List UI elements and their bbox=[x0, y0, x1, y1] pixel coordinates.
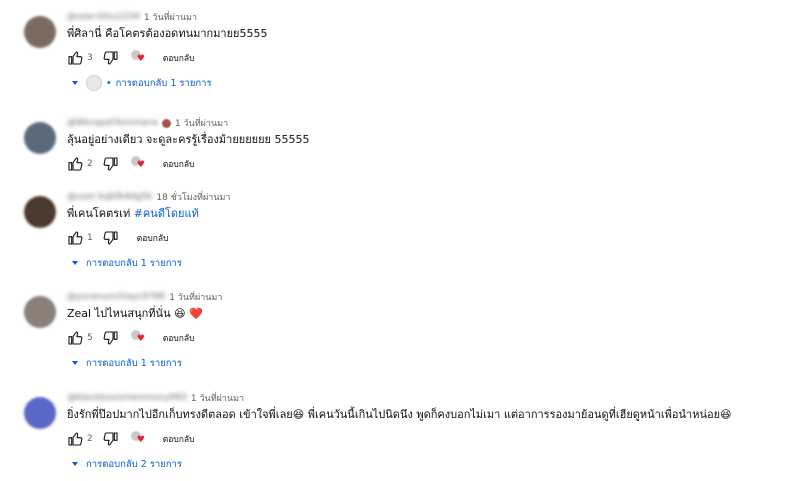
avatar[interactable] bbox=[24, 16, 56, 48]
like-icon[interactable] bbox=[67, 156, 83, 172]
avatar[interactable] bbox=[24, 397, 56, 429]
comment-body: @user-bqbfb4dg5k 18 ชั่วโมงที่ผ่านมา พี่… bbox=[67, 190, 784, 272]
dislike-icon[interactable] bbox=[103, 50, 119, 66]
comment-body: @user-blsu1234 1 วันที่ผ่านมา พี่ศิลานี่… bbox=[67, 10, 784, 92]
dislike-icon[interactable] bbox=[103, 156, 119, 172]
comment-meta: @yuranunchiayc9786 1 วันที่ผ่านมา bbox=[67, 290, 784, 304]
dislike-icon[interactable] bbox=[103, 230, 119, 246]
separator-dot: • bbox=[106, 77, 112, 89]
comment-actions: 5 ♥ ตอบกลับ bbox=[67, 328, 784, 348]
timestamp[interactable]: 1 วันที่ผ่านมา bbox=[144, 10, 197, 24]
reply-button[interactable]: ตอบกลับ bbox=[157, 155, 201, 173]
heart-icon: ♥ bbox=[136, 160, 145, 170]
author-handle[interactable]: @WorapatYommana bbox=[67, 118, 158, 128]
comment-actions: 2 ♥ ตอบกลับ bbox=[67, 429, 784, 449]
like-count: 2 bbox=[87, 159, 93, 169]
avatar[interactable] bbox=[24, 296, 56, 328]
comment-text: พี่เคนโคตรเท่ #คนดีโดยแท้ bbox=[67, 206, 784, 222]
timestamp[interactable]: 1 วันที่ผ่านมา bbox=[191, 391, 244, 405]
chevron-down-icon bbox=[72, 261, 78, 265]
comment-actions: 2 ♥ ตอบกลับ bbox=[67, 154, 784, 174]
view-replies-button[interactable]: • การตอบกลับ 1 รายการ bbox=[67, 74, 784, 92]
replies-count-label: การตอบกลับ 1 รายการ bbox=[115, 77, 212, 89]
comment-meta: @user-bqbfb4dg5k 18 ชั่วโมงที่ผ่านมา bbox=[67, 190, 784, 204]
comment-body: @blackboxismemmory993 1 วันที่ผ่านมา ยิ่… bbox=[67, 391, 784, 473]
dislike-icon[interactable] bbox=[103, 431, 119, 447]
hashtag-link[interactable]: #คนดีโดยแท้ bbox=[134, 207, 199, 220]
view-replies-button[interactable]: การตอบกลับ 1 รายการ bbox=[67, 254, 784, 272]
comment-text: Zeal ไปไหนสนุกที่นั่น 😆 ❤️ bbox=[67, 307, 203, 320]
heart-icon: ♥ bbox=[136, 334, 145, 344]
comment-text: ยิ่งรักพี่ป๊อปมากไปอีกเก็บทรงดีตลอด เข้า… bbox=[67, 408, 732, 421]
reply-button[interactable]: ตอบกลับ bbox=[157, 329, 201, 347]
like-icon[interactable] bbox=[67, 50, 83, 66]
comment-meta: @blackboxismemmory993 1 วันที่ผ่านมา bbox=[67, 391, 784, 405]
like-count: 5 bbox=[87, 333, 93, 343]
heart-icon: ♥ bbox=[136, 54, 145, 64]
author-handle[interactable]: @yuranunchiayc9786 bbox=[67, 292, 165, 302]
avatar[interactable] bbox=[24, 122, 56, 154]
comment-body: @yuranunchiayc9786 1 วันที่ผ่านมา Zeal ไ… bbox=[67, 290, 784, 372]
like-icon[interactable] bbox=[67, 330, 83, 346]
comment-actions: 1 ตอบกลับ bbox=[67, 228, 784, 248]
reply-button[interactable]: ตอบกลับ bbox=[131, 229, 175, 247]
view-replies-button[interactable]: การตอบกลับ 1 รายการ bbox=[67, 354, 784, 372]
chevron-down-icon bbox=[72, 462, 78, 466]
timestamp[interactable]: 18 ชั่วโมงที่ผ่านมา bbox=[156, 190, 230, 204]
like-count: 3 bbox=[87, 53, 93, 63]
creator-heart-badge: ♥ bbox=[130, 156, 147, 172]
replies-count-label: การตอบกลับ 2 รายการ bbox=[86, 458, 182, 470]
comment-text-main: พี่เคนโคตรเท่ bbox=[67, 207, 134, 220]
comment-meta: @WorapatYommana 1 วันที่ผ่านมา bbox=[67, 116, 784, 130]
timestamp[interactable]: 1 วันที่ผ่านมา bbox=[175, 116, 228, 130]
reply-button[interactable]: ตอบกลับ bbox=[157, 430, 201, 448]
creator-heart-badge: ♥ bbox=[130, 330, 147, 346]
like-count: 2 bbox=[87, 434, 93, 444]
creator-heart-badge: ♥ bbox=[130, 50, 147, 66]
comment-body: @WorapatYommana 1 วันที่ผ่านมา ลุ้นอยู่อ… bbox=[67, 116, 784, 174]
comment-meta: @user-blsu1234 1 วันที่ผ่านมา bbox=[67, 10, 784, 24]
comment-text: ลุ้นอยู่อย่างเดียว จะดูละครรู้เรื่องม้าย… bbox=[67, 133, 310, 146]
replies-count-label: การตอบกลับ 1 รายการ bbox=[86, 257, 182, 269]
comment-text: พี่ศิลานี่ คือโคตรต้องอดทนมากมายย5555 bbox=[67, 27, 268, 40]
creator-reply-avatar bbox=[86, 75, 102, 91]
author-handle[interactable]: @user-bqbfb4dg5k bbox=[67, 192, 152, 202]
creator-heart-badge: ♥ bbox=[130, 431, 147, 447]
like-icon[interactable] bbox=[67, 230, 83, 246]
author-handle[interactable]: @blackboxismemmory993 bbox=[67, 393, 187, 403]
comment-actions: 3 ♥ ตอบกลับ bbox=[67, 48, 784, 68]
timestamp[interactable]: 1 วันที่ผ่านมา bbox=[169, 290, 222, 304]
heart-icon: ♥ bbox=[136, 435, 145, 445]
chevron-down-icon bbox=[72, 361, 78, 365]
like-icon[interactable] bbox=[67, 431, 83, 447]
reply-button[interactable]: ตอบกลับ bbox=[157, 49, 201, 67]
chevron-down-icon bbox=[72, 81, 78, 85]
dislike-icon[interactable] bbox=[103, 330, 119, 346]
author-handle[interactable]: @user-blsu1234 bbox=[67, 12, 140, 22]
view-replies-button[interactable]: การตอบกลับ 2 รายการ bbox=[67, 455, 784, 473]
handle-emoji-icon bbox=[161, 118, 171, 128]
avatar[interactable] bbox=[24, 196, 56, 228]
like-count: 1 bbox=[87, 233, 93, 243]
replies-count-label: การตอบกลับ 1 รายการ bbox=[86, 357, 182, 369]
